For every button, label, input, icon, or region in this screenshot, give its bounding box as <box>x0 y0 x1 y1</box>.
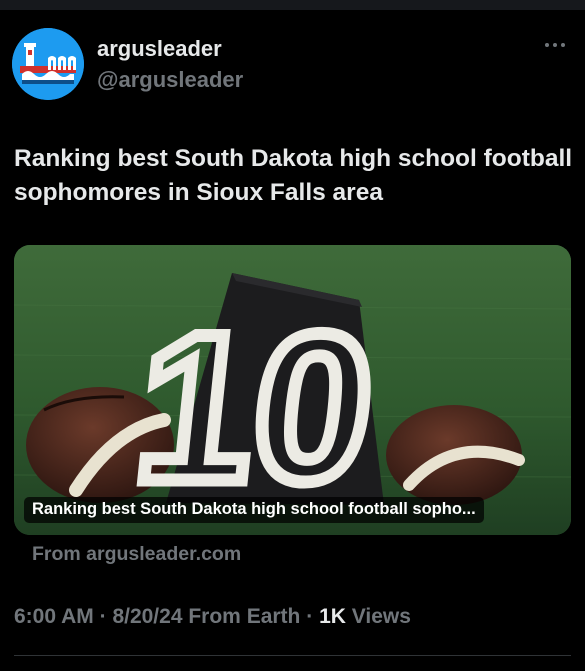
tweet-time[interactable]: 6:00 AM <box>14 605 94 628</box>
yard-marker: 10 <box>119 273 391 531</box>
link-card[interactable]: 10 Ranking best South Dakota high school… <box>14 245 571 535</box>
tweet-date[interactable]: 8/20/24 <box>112 605 182 628</box>
card-title-overlay: Ranking best South Dakota high school fo… <box>24 497 484 523</box>
views-label: Views <box>351 605 411 628</box>
user-handle[interactable]: @argusleader <box>97 67 243 93</box>
meta-separator: · <box>306 605 314 628</box>
yard-marker-number: 10 <box>126 290 384 525</box>
right-football <box>386 405 525 505</box>
meta-separator: · <box>99 605 107 628</box>
tweet-source: From Earth <box>188 605 301 628</box>
more-horizontal-icon[interactable] <box>543 38 567 52</box>
tweet-text: Ranking best South Dakota high school fo… <box>14 145 573 206</box>
argus-leader-logo-icon <box>12 28 84 100</box>
views-count[interactable]: 1K <box>319 605 346 628</box>
card-image: 10 <box>14 245 571 535</box>
avatar[interactable] <box>12 28 84 100</box>
bottom-divider <box>14 655 571 656</box>
card-source-domain[interactable]: From argusleader.com <box>32 543 241 566</box>
tweet-meta: 6:00 AM · 8/20/24 From Earth · 1K Views <box>14 605 411 629</box>
top-divider <box>0 0 585 10</box>
display-name[interactable]: argusleader <box>97 36 222 62</box>
